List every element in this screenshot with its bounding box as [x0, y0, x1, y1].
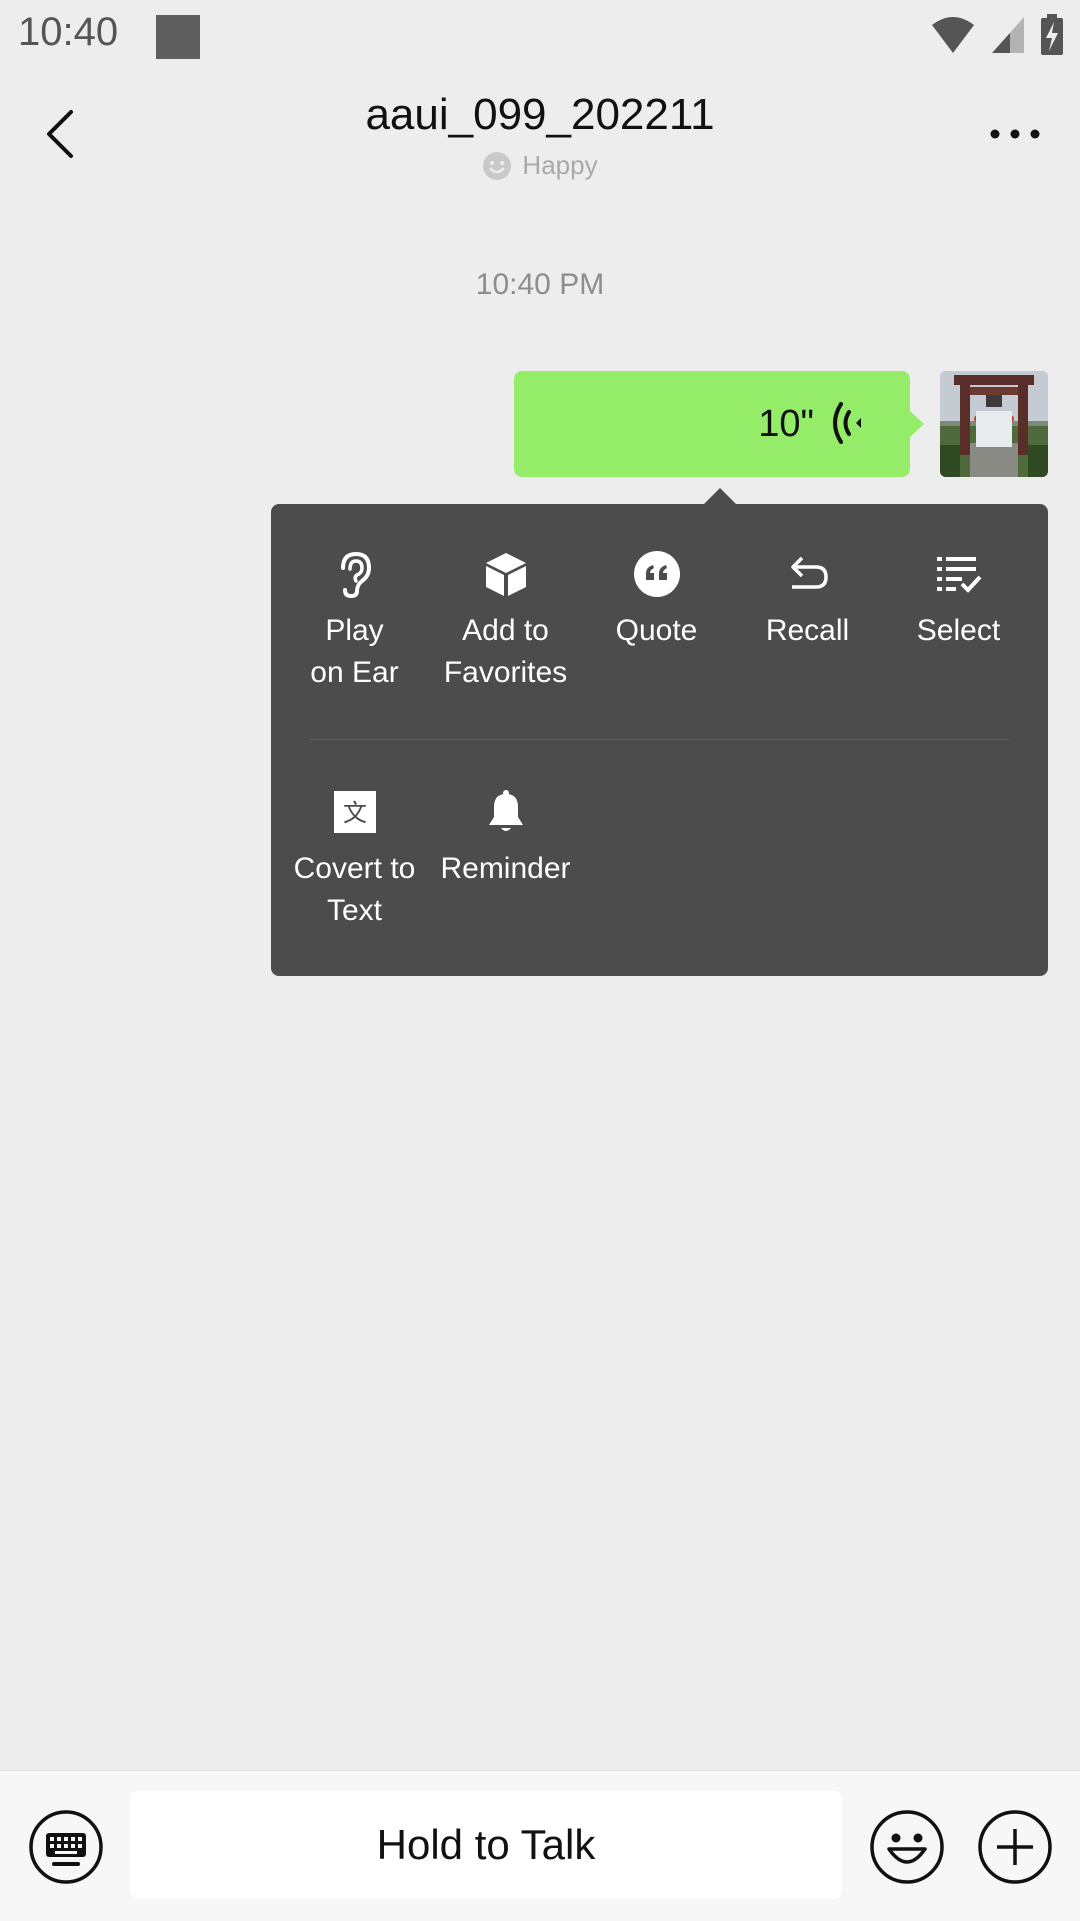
more-options-button[interactable]: [980, 104, 1050, 164]
avatar[interactable]: [940, 371, 1048, 477]
hold-to-talk-button[interactable]: Hold to Talk: [130, 1791, 842, 1899]
context-menu-row: 文 Covert to Text Reminder: [279, 786, 581, 932]
menu-item-label: Covert to Text: [293, 852, 416, 927]
bell-icon: [488, 790, 523, 831]
undo-icon: [790, 556, 828, 589]
menu-item-label: Quote: [615, 614, 698, 647]
menu-item-label: Add to Favorites: [443, 614, 568, 689]
contact-status: Happy: [0, 150, 1080, 181]
more-dots-icon: [990, 129, 1040, 139]
notification-icon: [156, 15, 200, 59]
checklist-icon: [936, 557, 981, 593]
context-menu-caret: [704, 488, 736, 504]
emoji-icon: [870, 1810, 944, 1884]
keyboard-icon: [29, 1810, 103, 1884]
emoji-button[interactable]: [869, 1809, 945, 1885]
message-context-menu: Play on Ear Add to Favorites Quote Recal…: [271, 504, 1048, 976]
quote-icon: [633, 551, 680, 597]
menu-item-select[interactable]: Select: [883, 548, 1034, 694]
signal-icon: [992, 17, 1024, 53]
status-bar: 10:40: [0, 0, 1080, 76]
menu-item-reminder[interactable]: Reminder: [430, 786, 581, 932]
status-text: Happy: [522, 150, 598, 180]
voice-wave-icon: [833, 402, 861, 444]
translate-icon: 文: [333, 791, 376, 833]
keyboard-toggle-button[interactable]: [28, 1809, 104, 1885]
plus-icon: [978, 1810, 1052, 1884]
smiley-status-icon: [483, 151, 512, 180]
voice-duration: 10": [758, 403, 814, 445]
menu-item-label: Reminder: [440, 852, 571, 885]
svg-text:文: 文: [343, 799, 367, 827]
menu-item-add-to-favorites[interactable]: Add to Favorites: [430, 548, 581, 694]
context-menu-row: Play on Ear Add to Favorites Quote Recal…: [279, 548, 1034, 694]
status-icons: [930, 14, 1064, 56]
avatar-photo: [940, 371, 1048, 477]
menu-item-label: Select: [916, 614, 1001, 647]
menu-item-label: Recall: [765, 614, 850, 647]
menu-item-recall[interactable]: Recall: [732, 548, 883, 694]
voice-message-bubble[interactable]: 10": [514, 371, 924, 477]
menu-item-play-on-ear[interactable]: Play on Ear: [279, 548, 430, 694]
chat-header: aaui_099_202211 Happy: [0, 76, 1080, 200]
cube-icon: [485, 553, 526, 596]
message-timestamp: 10:40 PM: [475, 268, 605, 301]
chat-title: aaui_099_202211: [365, 90, 715, 139]
menu-item-label: Play on Ear: [310, 614, 399, 689]
more-functions-button[interactable]: [977, 1809, 1053, 1885]
menu-divider: [309, 739, 1010, 740]
menu-item-quote[interactable]: Quote: [581, 548, 732, 694]
wifi-icon: [932, 17, 974, 53]
menu-item-convert-to-text[interactable]: 文 Covert to Text: [279, 786, 430, 932]
battery-icon: [1041, 14, 1063, 55]
chat-input-bar: Hold to Talk: [0, 1770, 1080, 1921]
ear-icon: [340, 551, 371, 598]
status-time: 10:40: [18, 10, 119, 54]
